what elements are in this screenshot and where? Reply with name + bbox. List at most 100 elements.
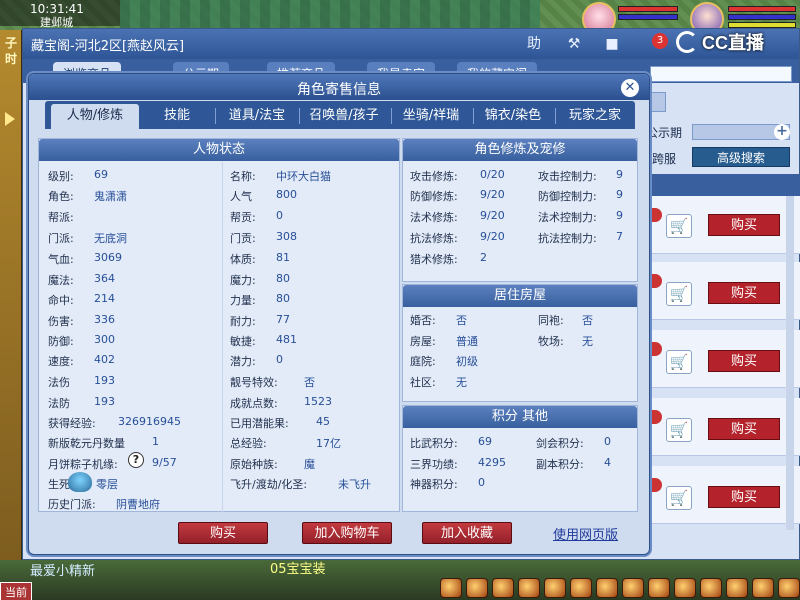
listing-buy-button[interactable]: 购买 [708,418,780,440]
buy-button[interactable]: 购买 [178,522,268,544]
stat-value: 45 [316,415,330,428]
stat-value: 0 [276,353,283,366]
tab-items[interactable]: 道具/法宝 [221,104,293,129]
skill-slot-icon[interactable] [648,578,670,598]
stat-value: 3069 [94,251,122,264]
side-filter-box[interactable] [650,92,666,112]
score-value: 0 [604,435,611,448]
stat-value: 1 [152,435,159,448]
skill-slot-icon[interactable] [440,578,462,598]
stat-label: 敏捷: [230,335,256,348]
stat-value: 308 [276,230,297,243]
skill-slot-icon[interactable] [700,578,722,598]
cart-icon[interactable]: 🛒 [666,418,692,442]
help-button[interactable]: 助 [523,34,545,54]
stat-label: 魔法: [48,274,74,287]
left-strip-label-1: 子 [4,36,17,50]
cultivation-label: 法术修炼: [410,211,458,224]
current-channel-button[interactable]: 当前 [0,582,32,600]
add-filter-icon[interactable]: + [774,124,790,140]
listing-buy-button[interactable]: 购买 [708,282,780,304]
cart-icon[interactable]: 🛒 [666,282,692,306]
stat-label: 级别: [48,170,74,183]
stat-value: 鬼潇潇 [94,190,127,203]
house-label: 社区: [410,376,436,389]
stat-value: 未飞升 [338,478,371,491]
cc-live-text: CC直播 [702,33,764,53]
stat-label: 法防 [48,397,70,410]
stat-label: 月饼粽子机缘: [48,458,118,471]
listing-buy-button[interactable]: 购买 [708,350,780,372]
house-label: 房屋: [410,335,436,348]
cc-ring-icon [676,31,698,53]
advanced-search-button[interactable]: 高级搜索 [692,147,790,167]
pet-hp-bar [618,6,678,12]
stat-label: 耐力: [230,315,256,328]
help-icon[interactable]: ? [128,452,144,468]
tab-skills[interactable]: 技能 [145,104,209,129]
listing-buy-button[interactable]: 购买 [708,214,780,236]
skill-slot-icon[interactable] [596,578,618,598]
web-version-link[interactable]: 使用网页版 [553,524,618,543]
stat-label: 法伤 [48,376,70,389]
stat-label: 魔力: [230,274,256,287]
stat-label: 获得经验: [48,417,96,430]
stat-label: 历史门派: [48,498,96,511]
hammer-icon[interactable]: ⚒ [563,34,585,54]
cultivation-value: 2 [480,251,487,264]
cart-icon[interactable]: 🛒 [666,486,692,510]
house-value: 否 [456,314,467,327]
stat-label: 潜力: [230,355,256,368]
chat-text: 最爱小精新 [30,564,96,579]
stat-label: 伤害: [48,315,74,328]
add-to-favorites-button[interactable]: 加入收藏 [422,522,512,544]
skill-slot-icon[interactable] [466,578,488,598]
tab-separator [473,108,474,124]
listing-buy-button[interactable]: 购买 [708,486,780,508]
tab-mounts[interactable]: 坐骑/祥瑞 [395,104,467,129]
dialog-tab-bar: 人物/修炼 技能 道具/法宝 召唤兽/孩子 坐骑/祥瑞 锦衣/染色 玩家之家 [45,101,635,129]
add-to-cart-button[interactable]: 加入购物车 [302,522,392,544]
listing-scrollbar[interactable] [786,196,794,530]
stat-label: 成就点数: [230,397,278,410]
stat-value: 中环大白猫 [276,170,331,183]
house-heading: 居住房屋 [403,285,637,307]
skill-slot-icon[interactable] [778,578,800,598]
notification-badge[interactable]: 3 [652,33,668,49]
expand-arrow-icon[interactable] [5,112,15,126]
close-icon[interactable]: ✕ [621,79,639,97]
player-mp-bar [728,14,796,20]
tab-pets[interactable]: 召唤兽/孩子 [303,104,385,129]
cc-live-logo: CC直播 [676,30,796,54]
stat-value: 80 [276,272,290,285]
stat-value: 193 [94,395,115,408]
skill-slot-icon[interactable] [544,578,566,598]
cultivation-heading: 角色修炼及宠修 [403,139,637,161]
house-label: 婚否: [410,314,436,327]
shop-search-input[interactable] [650,66,792,82]
skill-slot-icon[interactable] [752,578,774,598]
tab-player-home[interactable]: 玩家之家 [559,104,631,129]
cart-icon[interactable]: 🛒 [666,350,692,374]
skill-slot-icon[interactable] [518,578,540,598]
skill-slot-icon[interactable] [570,578,592,598]
stat-value: 300 [94,333,115,346]
stat-label: 门派: [48,232,74,245]
stat-value: 481 [276,333,297,346]
skill-slot-icon[interactable] [726,578,748,598]
cart-icon[interactable]: 🛒 [666,214,692,238]
skill-slot-icon[interactable] [674,578,696,598]
skill-slot-icon[interactable] [622,578,644,598]
tab-separator [555,108,556,124]
tab-outfits[interactable]: 锦衣/染色 [477,104,549,129]
shop-title: 藏宝阁-河北2区[燕赵风云] [31,39,185,54]
stat-value: 193 [94,374,115,387]
scene-roof-tiles [120,0,540,28]
tab-character-cultivation[interactable]: 人物/修炼 [51,104,139,129]
house-label: 庭院: [410,355,436,368]
tab-separator [391,108,392,124]
cultivation-label: 抗法控制力: [538,232,597,245]
stop-icon[interactable]: ■ [601,34,623,54]
dialog-titlebar: 角色寄售信息 ✕ [29,74,649,100]
skill-slot-icon[interactable] [492,578,514,598]
